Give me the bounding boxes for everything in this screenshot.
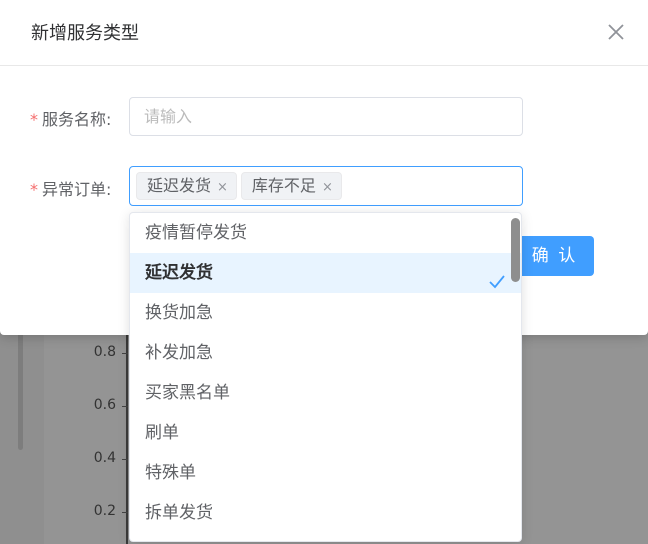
selected-tag: 延迟发货 × [136,172,237,200]
y-tick-label: 0.2 [80,503,128,519]
abnormal-order-dropdown: 疫情暂停发货 延迟发货 换货加急 补发加急 买家黑名单 刷单 特殊单 拆单发货 [129,212,522,542]
dropdown-option[interactable]: 买家黑名单 [130,373,521,413]
dialog-title: 新增服务类型 [31,23,139,44]
confirm-button[interactable]: 确 认 [515,236,594,276]
close-icon[interactable] [604,20,628,44]
dropdown-option[interactable]: 拆单发货 [130,493,521,533]
abnormal-order-select[interactable]: 延迟发货 × 库存不足 × [129,166,523,206]
check-icon [488,265,506,289]
tag-close-icon[interactable]: × [217,180,228,195]
tag-label: 库存不足 [251,176,316,195]
tag-close-icon[interactable]: × [322,180,333,195]
dropdown-option-selected[interactable]: 延迟发货 [130,253,521,293]
y-tick-label: 0.4 [80,450,128,466]
dropdown-option[interactable]: 换货加急 [130,293,521,333]
dropdown-option[interactable]: 刷单 [130,413,521,453]
dropdown-option[interactable]: 特殊单 [130,453,521,493]
service-name-input[interactable]: 请输入 [129,97,523,136]
background-scrollbar [18,330,23,450]
y-tick-label: 0.6 [80,397,128,413]
tag-label: 延迟发货 [147,176,212,195]
abnormal-order-label-text: 异常订单: [42,180,112,199]
dropdown-option[interactable]: 补发加急 [130,333,521,373]
abnormal-order-label: * 异常订单: [30,176,111,200]
dropdown-option[interactable]: 疫情暂停发货 [130,213,521,253]
service-name-label: * 服务名称: [30,106,111,130]
required-mark: * [30,110,38,129]
dropdown-option-label: 延迟发货 [145,263,213,283]
required-mark: * [30,180,38,199]
y-tick-label: 0.8 [80,344,128,360]
selected-tag: 库存不足 × [240,172,342,200]
dropdown-scrollbar[interactable] [511,218,520,282]
service-name-label-text: 服务名称: [42,110,112,129]
dialog-header: 新增服务类型 [0,0,648,66]
